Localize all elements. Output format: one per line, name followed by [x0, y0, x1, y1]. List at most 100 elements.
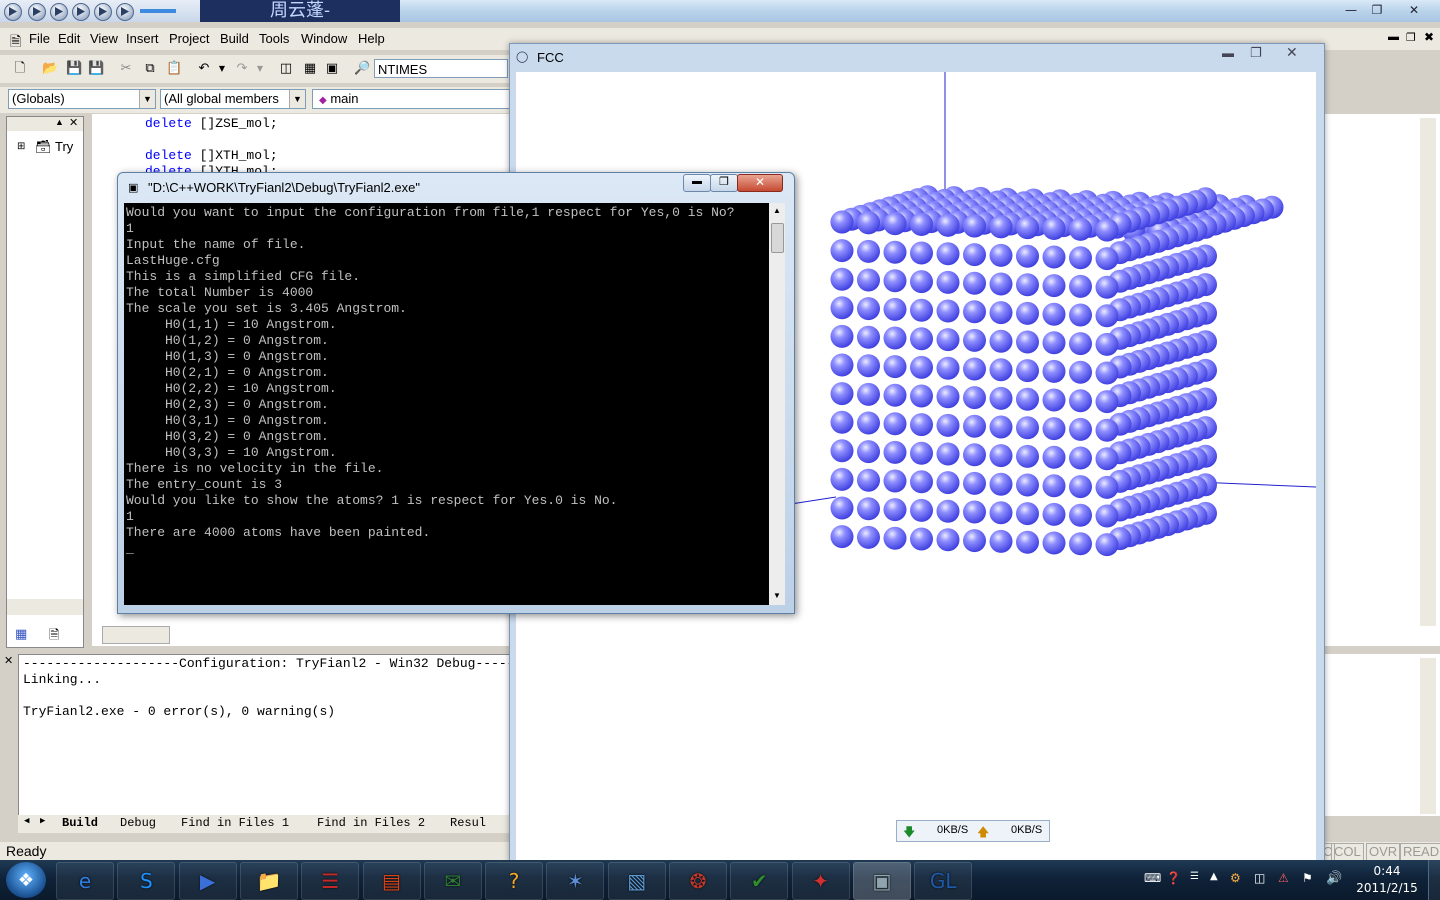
output-icon[interactable]: ▦: [302, 61, 318, 77]
scroll-down-icon[interactable]: ▼: [773, 591, 781, 600]
new-file-icon[interactable]: 🗋: [12, 61, 28, 77]
scroll-up-icon[interactable]: ▲: [773, 206, 781, 215]
app-icon[interactable]: ✶: [546, 862, 605, 900]
volume-icon[interactable]: 🔊: [1326, 871, 1342, 886]
opengl-icon[interactable]: GL: [914, 862, 973, 900]
vuze-icon[interactable]: ✔: [730, 862, 789, 900]
undo-dropdown-icon[interactable]: ▼: [214, 61, 230, 77]
next-icon[interactable]: [72, 3, 90, 21]
chevron-down-icon[interactable]: ▼: [139, 90, 155, 108]
save-icon[interactable]: 💾: [66, 61, 82, 77]
menu-tools[interactable]: Tools: [259, 31, 289, 46]
tab-debug[interactable]: Debug: [120, 816, 156, 830]
scroll-up-icon[interactable]: ▲: [55, 117, 64, 127]
gtalk-icon[interactable]: ✉: [423, 862, 482, 900]
tab-prev-icon[interactable]: ◀: [24, 816, 29, 826]
menu-project[interactable]: Project: [169, 31, 209, 46]
file-view-tab-icon[interactable]: 🗎: [49, 626, 59, 648]
menu-help[interactable]: Help: [358, 31, 385, 46]
skype-icon[interactable]: S: [117, 862, 176, 900]
menu-insert[interactable]: Insert: [126, 31, 159, 46]
tray-app-icon[interactable]: ◫: [1254, 871, 1265, 885]
console-output[interactable]: Would you want to input the configuratio…: [124, 203, 769, 605]
tab-find-in-files-1[interactable]: Find in Files 1: [181, 816, 289, 830]
restore-icon[interactable]: ❐: [1362, 1, 1392, 19]
tree-expand-icon[interactable]: ⊞: [17, 141, 25, 152]
show-hidden-icons[interactable]: ▲: [1210, 871, 1218, 882]
ime-tray-icon[interactable]: ☰: [1190, 871, 1199, 882]
maximize-icon[interactable]: ❐: [1250, 45, 1262, 61]
mdi-minimize-icon[interactable]: ▬: [1388, 31, 1399, 43]
help-tray-icon[interactable]: ❓: [1166, 871, 1181, 885]
tab-build[interactable]: Build: [62, 816, 98, 830]
menu-build[interactable]: Build: [220, 31, 249, 46]
find-in-files-icon[interactable]: 🔎: [354, 61, 370, 77]
output-vscroll[interactable]: [1420, 658, 1436, 814]
menu-view[interactable]: View: [90, 31, 118, 46]
output-close-icon[interactable]: ✕: [4, 654, 13, 667]
members-combo[interactable]: (All global members ▼: [160, 89, 306, 109]
rubik-icon[interactable]: ✦: [791, 862, 850, 900]
class-combo[interactable]: (Globals) ▼: [8, 89, 156, 109]
console-vscroll[interactable]: ▲ ▼: [769, 203, 785, 605]
cut-icon[interactable]: ✂: [118, 61, 134, 77]
game-icon[interactable]: ❂: [669, 862, 727, 900]
find-input[interactable]: NTIMES: [374, 59, 508, 78]
help-icon[interactable]: ?: [485, 862, 544, 900]
editor-hscroll[interactable]: [102, 626, 170, 644]
ie-icon[interactable]: e: [56, 862, 114, 900]
volume-icon[interactable]: [116, 3, 134, 21]
volume-slider[interactable]: [140, 9, 176, 13]
mdi-restore-icon[interactable]: ❐: [1406, 31, 1416, 44]
explorer-icon[interactable]: 📁: [239, 862, 298, 900]
menu-file[interactable]: File: [29, 31, 50, 46]
workspace-close-icon[interactable]: ✕: [69, 116, 78, 129]
clock-date[interactable]: 2011/2/15: [1352, 881, 1422, 895]
atom-sphere: [830, 267, 854, 291]
mdi-close-icon[interactable]: ✖: [1424, 30, 1434, 44]
pdf-icon[interactable]: ☰: [301, 862, 360, 900]
tab-results[interactable]: Resul: [450, 816, 486, 830]
tray-app-icon[interactable]: ⚙: [1230, 871, 1241, 885]
tray-app-icon[interactable]: ⚠: [1278, 871, 1289, 885]
presentation-icon[interactable]: ▤: [362, 862, 421, 900]
keyboard-icon[interactable]: ⌨: [1144, 871, 1161, 885]
workspace-icon[interactable]: ◫: [278, 61, 294, 77]
forward-icon[interactable]: [94, 3, 112, 21]
copy-icon[interactable]: ⧉: [142, 61, 158, 77]
notepad-icon[interactable]: ▧: [607, 862, 666, 900]
save-all-icon[interactable]: 💾: [88, 61, 104, 77]
scroll-thumb[interactable]: [771, 223, 784, 253]
paste-icon[interactable]: 📋: [166, 61, 182, 77]
media-player-icon[interactable]: ▶: [178, 862, 237, 900]
redo-dropdown-icon[interactable]: ▼: [252, 61, 268, 77]
close-icon[interactable]: ✕: [1396, 1, 1432, 19]
prev-icon[interactable]: [28, 3, 46, 21]
maximize-icon[interactable]: ❐: [710, 174, 738, 192]
window-list-icon[interactable]: ▣: [324, 61, 340, 77]
tree-item-project[interactable]: Try: [55, 139, 73, 154]
workspace-hscroll[interactable]: [7, 599, 83, 615]
console-icon[interactable]: ▣: [852, 862, 911, 900]
chevron-down-icon[interactable]: ▼: [289, 90, 305, 108]
show-desktop-button[interactable]: [1428, 860, 1440, 900]
close-icon[interactable]: ✕: [1286, 44, 1298, 61]
undo-icon[interactable]: ↶: [196, 61, 212, 77]
app-menu-icon[interactable]: [4, 3, 22, 21]
clock-time[interactable]: 0:44: [1356, 864, 1418, 878]
action-center-icon[interactable]: ⚑: [1302, 871, 1313, 885]
class-view-tab-icon[interactable]: ▦: [15, 626, 27, 642]
tab-next-icon[interactable]: ▶: [40, 816, 45, 826]
menu-window[interactable]: Window: [301, 31, 347, 46]
play-icon[interactable]: [50, 3, 68, 21]
close-icon[interactable]: ✕: [737, 174, 783, 192]
open-icon[interactable]: 📂: [42, 61, 58, 77]
function-combo[interactable]: ◆ main: [312, 89, 510, 109]
tab-find-in-files-2[interactable]: Find in Files 2: [317, 816, 425, 830]
minimize-icon[interactable]: ▬: [683, 174, 711, 192]
start-button[interactable]: ❖: [6, 862, 46, 898]
redo-icon[interactable]: ↷: [234, 61, 250, 77]
minimize-icon[interactable]: ▬: [1222, 46, 1234, 60]
menu-edit[interactable]: Edit: [58, 31, 80, 46]
editor-vscroll[interactable]: [1420, 118, 1436, 626]
